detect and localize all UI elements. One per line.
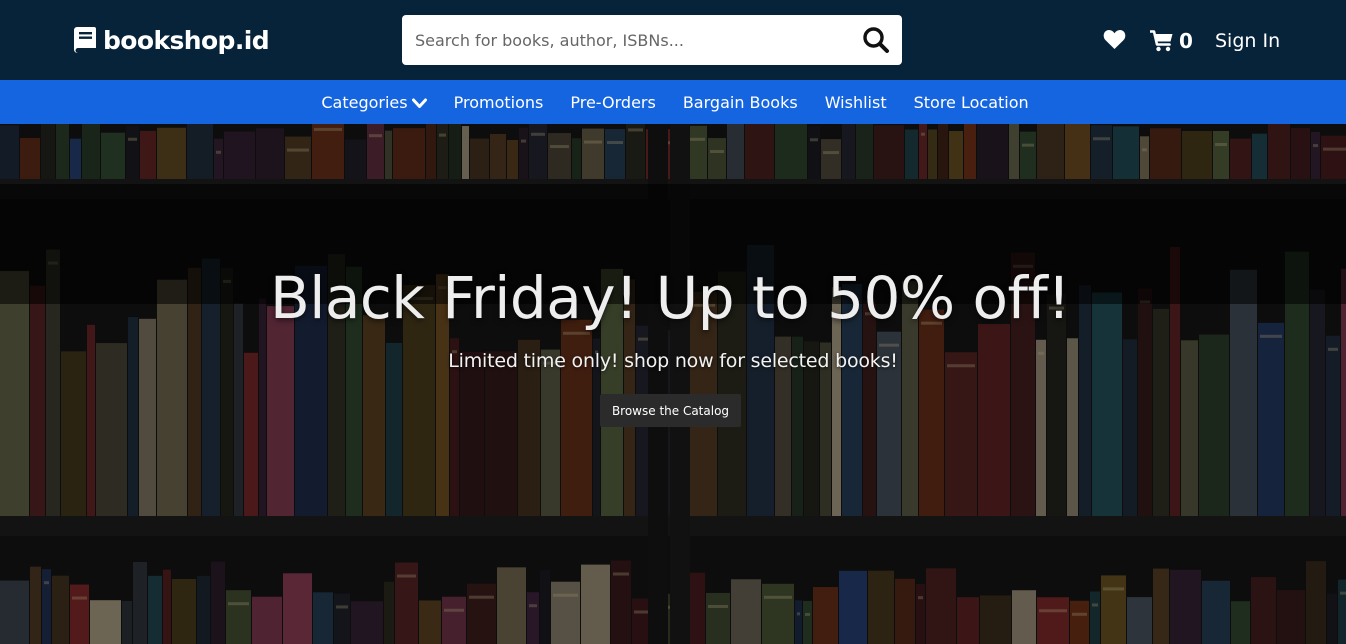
nav-label: Pre-Orders [570,92,656,112]
chevron-down-icon [411,98,427,108]
nav-label: Wishlist [824,92,887,112]
nav-categories[interactable]: Categories [321,92,427,112]
nav-label: Store Location [913,92,1029,112]
logo-link[interactable]: bookshop.id [73,24,270,56]
nav-promotions[interactable]: Promotions [454,93,544,112]
book-icon [74,27,96,53]
main-nav: Categories Promotions Pre-Orders Bargain… [0,80,1346,124]
cart-button[interactable]: 0 [1150,28,1193,54]
logo-text: bookshop.id [103,25,270,55]
signin-link[interactable]: Sign In [1215,28,1280,54]
nav-pre-orders[interactable]: Pre-Orders [570,93,655,112]
nav-store-location[interactable]: Store Location [914,93,1029,112]
cart-icon [1150,30,1173,52]
search-button[interactable] [862,26,890,54]
cart-count: 0 [1179,29,1193,53]
nav-label: Categories [321,92,408,112]
hero-title: Black Friday! Up to 50% off! [269,264,1071,332]
top-header: bookshop.id 0 Sign In [0,0,1346,80]
nav-label: Promotions [453,92,544,112]
nav-bargain-books[interactable]: Bargain Books [683,93,798,112]
search-icon [863,27,889,53]
wishlist-button[interactable] [1103,29,1126,50]
browse-catalog-button[interactable]: Browse the Catalog [600,394,741,427]
hero-banner: Black Friday! Up to 50% off! Limited tim… [0,124,1346,644]
search-input[interactable] [402,15,842,65]
hero-subtitle: Limited time only! shop now for selected… [448,350,898,372]
hero-overlay [0,124,1346,644]
search-box [402,15,902,65]
nav-wishlist[interactable]: Wishlist [825,93,887,112]
heart-icon [1103,30,1126,49]
nav-label: Bargain Books [682,92,798,112]
